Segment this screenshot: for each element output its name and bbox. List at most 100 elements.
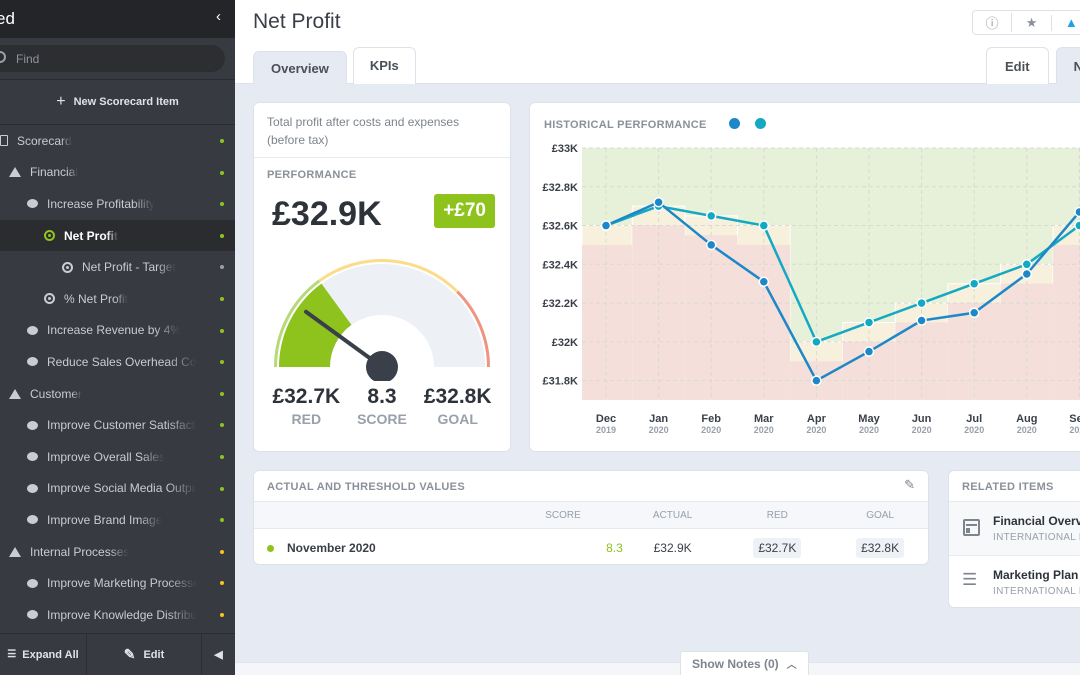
status-dot [267,545,274,553]
data-point-target [758,220,770,231]
related-item-title: Marketing Plan [993,568,1079,582]
sidebar-item[interactable]: Improve Brand Image [0,504,235,536]
sidebar-item[interactable]: Internal Processes [0,536,235,568]
x-tick-year: 2020 [1017,425,1037,435]
page-title: Net Profit [253,10,341,33]
table-row[interactable]: November 2020 8.3 £32.9K £32.7K £32.8K [254,529,928,567]
data-point-actual [1074,206,1080,218]
related-item[interactable]: ☰ Marketing Plan INTERNATIONAL L [949,555,1080,609]
sidebar-item-label: Financial [30,165,79,180]
sidebar-item[interactable]: Increase Revenue by 4% [0,315,235,347]
sidebar-item[interactable]: Net Profit - Target [0,251,235,283]
sidebar-item[interactable]: Improve Marketing Processes [0,567,235,599]
x-tick-month: Aug [1016,413,1037,425]
goal-value: £32.8K [423,385,492,408]
objective-icon [27,515,38,525]
score: 8.3 SCORE [357,385,407,427]
goal-threshold: £32.8K GOAL [424,385,492,427]
y-tick-label: £31.8K [543,376,579,388]
show-notes-button[interactable]: Show Notes (0) ︿ [680,651,809,675]
x-tick-year: 2020 [859,425,879,435]
goal-pill: £32.8K [856,537,905,558]
sidebar-item[interactable]: % Net Profit [0,283,235,315]
sidebar-item[interactable]: Improve Knowledge Distribution [0,599,235,631]
values-table-card: ACTUAL AND THRESHOLD VALUES ✎ SCORE ACTU… [253,470,929,565]
sidebar-item[interactable]: Improve Customer Satisfaction [0,409,235,441]
triangle-icon [9,546,21,557]
measure-icon [62,261,73,273]
actual-value: £32.9K [272,195,382,233]
sidebar-item[interactable]: Scorecard [0,125,235,157]
sidebar-item[interactable]: Customer [0,378,235,410]
data-point-actual [968,307,980,319]
data-point-actual [600,220,612,231]
x-tick-month: May [858,413,880,425]
performance-card: Total profit after costs and expenses (b… [253,102,511,452]
info-icon[interactable]: ⓘ [973,13,1013,32]
x-tick-year: 2020 [964,425,984,435]
expand-all-button[interactable]: ☰ Expand All [0,634,87,675]
red-label: RED [291,411,322,427]
edit-button[interactable]: Edit [986,47,1049,84]
notes-strip [235,662,1080,675]
dashboard-icon [963,519,980,536]
data-point-actual [863,346,875,357]
edit-tree-button[interactable]: ✎ Edit [87,634,202,675]
status-dot [220,423,224,428]
collapse-sidebar-button[interactable]: ◀ [202,634,235,675]
sidebar-item[interactable]: Improve Social Media Output [0,473,235,505]
search-bar [0,38,235,80]
sidebar-title: ed [0,9,15,28]
search-input[interactable] [16,45,216,72]
sidebar-header: ed ‹ [0,0,235,38]
chevron-left-icon[interactable]: ‹ [216,8,221,25]
tab-kpis[interactable]: KPIs [352,47,416,84]
objective-icon [27,325,38,335]
status-dot [220,233,224,238]
pencil-icon[interactable]: ✎ [904,477,915,493]
sidebar-item[interactable]: Reduce Sales Overhead Costs [0,346,235,378]
x-tick-month: Mar [754,413,774,425]
objective-icon [27,610,38,620]
new-scorecard-item-button[interactable]: + New Scorecard Item [0,80,235,125]
y-tick-label: £32.6K [543,221,579,233]
main-content: Net Profit Overview KPIs ⓘ ★ ▲ Edit Nove… [235,0,1080,675]
sidebar-item[interactable]: Financial [0,157,235,189]
objective-icon [27,578,38,588]
period-tabs: Edit November 2020 [986,47,1080,84]
objective-icon [27,357,38,367]
x-tick-month: Apr [807,413,827,425]
historical-chart: £33K £32.8K £32.6K £32.4K £32.2K £32K £31.8K De… [543,143,1080,435]
scorecard-icon [0,135,8,147]
sidebar-item-label: Internal Processes [30,544,130,559]
sidebar-item-label: Improve Customer Satisfaction [47,418,197,433]
sidebar-item-label: Scorecard [17,133,72,148]
plus-icon: + [56,93,66,110]
table-header-row: SCORE ACTUAL RED GOAL [254,501,928,529]
measure-icon [44,230,55,242]
related-item[interactable]: Financial Overview INTERNATIONAL L [949,501,1080,555]
scorecard-tree: Scorecard Financial Increase Profitability… [0,125,235,631]
star-icon[interactable]: ★ [1012,14,1052,31]
sidebar-item-label: Improve Marketing Processes [47,576,197,591]
status-dot [220,265,224,270]
sidebar-item-label: Improve Knowledge Distribution [47,607,197,622]
x-tick-month: Jul [966,413,982,425]
sidebar-item[interactable]: Improve Overall Sales [0,441,235,473]
sidebar-item-label: Improve Brand Image [47,512,163,527]
related-item-title: Financial Overview [993,514,1080,528]
x-tick-year: 2020 [754,425,774,435]
status-dot [220,486,224,491]
score-label: SCORE [357,411,407,427]
period-selector[interactable]: November 2020 [1055,47,1080,84]
tab-overview[interactable]: Overview [253,51,347,84]
data-point-actual [1021,268,1033,280]
score-cell: 8.3 [606,540,623,555]
sidebar-item[interactable]: Net Profit [0,219,235,252]
sidebar-item[interactable]: Increase Profitability [0,188,235,220]
warning-icon[interactable]: ▲ [1052,15,1080,30]
x-tick-year: 2020 [701,425,721,435]
data-point-target [811,336,822,348]
chevron-up-icon: ︿ [786,660,797,671]
data-point-actual [758,276,770,288]
